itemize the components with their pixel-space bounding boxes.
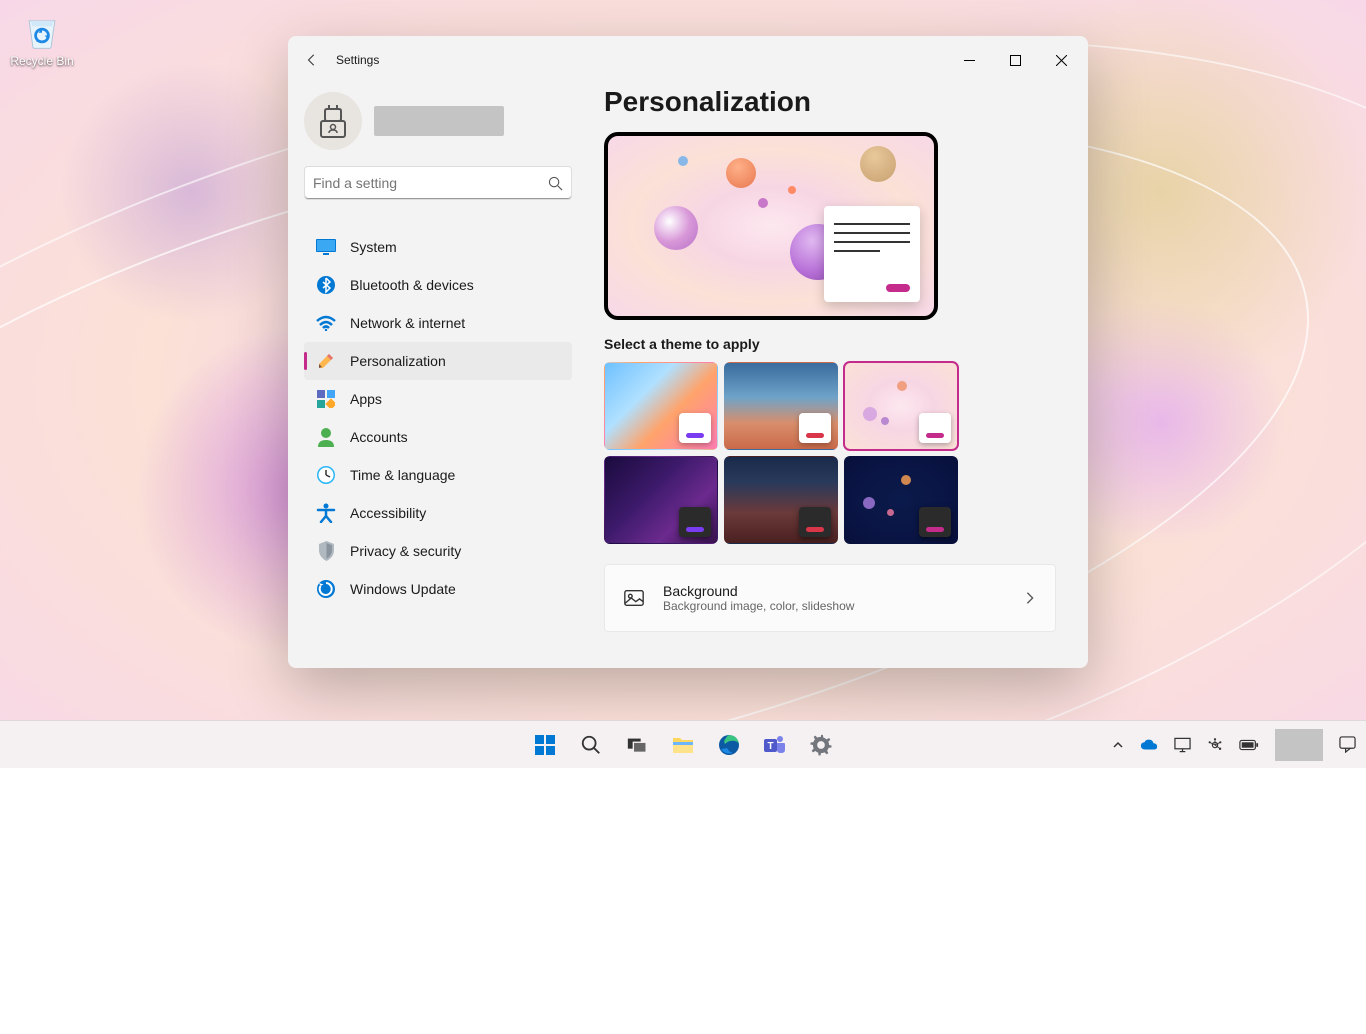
nav-label: System (350, 239, 397, 255)
time-icon (316, 465, 336, 485)
row-title: Background (663, 583, 854, 599)
chevron-right-icon (1023, 591, 1037, 605)
nav-item-system[interactable]: System (304, 228, 572, 266)
theme-option-4[interactable] (724, 456, 838, 544)
nav-label: Accessibility (350, 505, 426, 521)
sidebar: System Bluetooth & devices Network & inter… (288, 84, 588, 668)
account-header[interactable] (304, 84, 572, 166)
privacy-icon (316, 541, 336, 561)
nav-label: Time & language (350, 467, 455, 483)
search-box[interactable] (304, 166, 572, 200)
nav-item-update[interactable]: Windows Update (304, 570, 572, 608)
battery-icon[interactable] (1233, 724, 1265, 766)
window-title: Settings (336, 53, 379, 67)
svg-text:T: T (767, 741, 773, 752)
nav-label: Bluetooth & devices (350, 277, 474, 293)
theme-preview[interactable] (604, 132, 938, 320)
maximize-button[interactable] (992, 40, 1038, 80)
onedrive-icon[interactable] (1134, 724, 1164, 766)
settings-window: Settings System Bluetooth & devices Networ… (288, 36, 1088, 668)
search-input[interactable] (313, 175, 548, 191)
account-name-redacted (374, 106, 504, 136)
task-view-button[interactable] (616, 724, 658, 766)
personalization-icon (316, 351, 336, 371)
network-icon (316, 313, 336, 333)
content-area: Personalization Select a theme to apply (588, 84, 1088, 668)
minimize-button[interactable] (946, 40, 992, 80)
theme-option-0[interactable] (604, 362, 718, 450)
update-icon (316, 579, 336, 599)
picture-icon (623, 587, 645, 609)
nav-item-personalization[interactable]: Personalization (304, 342, 572, 380)
nav-item-network[interactable]: Network & internet (304, 304, 572, 342)
system-icon (316, 237, 336, 257)
nav-label: Windows Update (350, 581, 456, 597)
accessibility-icon (316, 503, 336, 523)
nav-list: System Bluetooth & devices Network & inter… (304, 228, 572, 608)
preview-mini-window (824, 206, 920, 302)
nav-label: Personalization (350, 353, 446, 369)
display-icon[interactable] (1168, 724, 1197, 766)
recycle-bin-label: Recycle Bin (8, 54, 76, 68)
accounts-icon (316, 427, 336, 447)
tray-overflow-button[interactable] (1106, 724, 1130, 766)
nav-label: Apps (350, 391, 382, 407)
nav-label: Accounts (350, 429, 408, 445)
clock-area[interactable] (1269, 724, 1329, 766)
nav-item-bluetooth[interactable]: Bluetooth & devices (304, 266, 572, 304)
search-icon (548, 176, 563, 191)
bluetooth-icon (316, 275, 336, 295)
teams-button[interactable]: T (754, 724, 796, 766)
theme-grid (604, 362, 1056, 544)
recycle-bin-glyph (20, 8, 64, 52)
usb-icon[interactable] (1201, 724, 1229, 766)
taskbar: T (0, 720, 1366, 768)
avatar (304, 92, 362, 150)
nav-item-time[interactable]: Time & language (304, 456, 572, 494)
recycle-bin-icon[interactable]: Recycle Bin (8, 8, 76, 68)
background-setting-row[interactable]: Background Background image, color, slid… (604, 564, 1056, 632)
clock-redacted (1275, 729, 1323, 761)
theme-option-3[interactable] (604, 456, 718, 544)
nav-label: Network & internet (350, 315, 465, 331)
titlebar: Settings (288, 36, 1088, 84)
nav-item-accessibility[interactable]: Accessibility (304, 494, 572, 532)
theme-option-1[interactable] (724, 362, 838, 450)
notifications-button[interactable] (1333, 724, 1362, 766)
theme-option-2[interactable] (844, 362, 958, 450)
settings-taskbar-button[interactable] (800, 724, 842, 766)
nav-item-accounts[interactable]: Accounts (304, 418, 572, 456)
row-subtitle: Background image, color, slideshow (663, 599, 854, 613)
close-button[interactable] (1038, 40, 1084, 80)
apps-icon (316, 389, 336, 409)
page-title: Personalization (604, 86, 1056, 118)
nav-label: Privacy & security (350, 543, 461, 559)
start-button[interactable] (524, 724, 566, 766)
nav-item-apps[interactable]: Apps (304, 380, 572, 418)
search-button[interactable] (570, 724, 612, 766)
theme-section-label: Select a theme to apply (604, 336, 1056, 352)
theme-option-5[interactable] (844, 456, 958, 544)
edge-button[interactable] (708, 724, 750, 766)
file-explorer-button[interactable] (662, 724, 704, 766)
nav-item-privacy[interactable]: Privacy & security (304, 532, 572, 570)
back-button[interactable] (292, 40, 332, 80)
